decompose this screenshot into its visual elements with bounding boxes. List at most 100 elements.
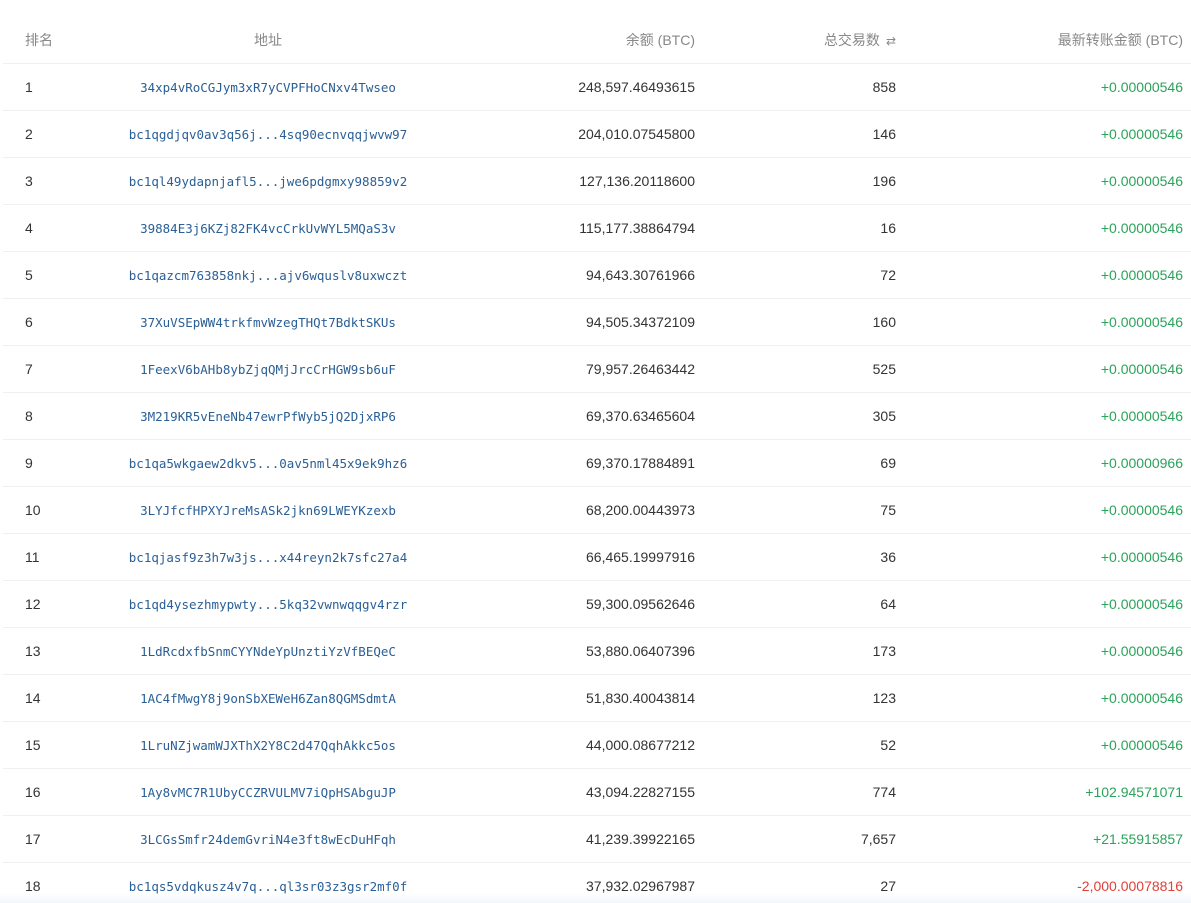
rank-cell: 17 (25, 831, 41, 847)
header-tx-count-label: 总交易数 (823, 32, 880, 48)
header-balance: 余额 (BTC) (625, 32, 695, 48)
address-link[interactable]: bc1qjasf9z3h7w3js...x44reyn2k7sfc27a4 (129, 550, 407, 565)
rank-cell: 16 (25, 784, 41, 800)
last-transfer-cell: +0.00000546 (1100, 314, 1183, 330)
address-cell: bc1qjasf9z3h7w3js...x44reyn2k7sfc27a4 (93, 534, 443, 580)
header-last-transfer: 最新转账金额 (BTC) (1057, 32, 1183, 48)
rank-cell: 5 (25, 267, 33, 283)
table-row: 1 34xp4vRoCGJym3xR7yCVPFHoCNxv4Twseo 248,5… (3, 64, 1191, 111)
balance-cell: 44,000.08677212 (586, 737, 695, 753)
sort-icon[interactable]: ⇄ (886, 18, 896, 64)
rank-cell: 1 (25, 79, 33, 95)
tx-count-cell: 305 (872, 408, 896, 424)
rank-cell: 15 (25, 737, 41, 753)
address-link[interactable]: 3M219KR5vEneNb47ewrPfWyb5jQ2DjxRP6 (140, 409, 396, 424)
rank-cell: 3 (25, 173, 33, 189)
address-link[interactable]: bc1qgdjqv0av3q56j...4sq90ecnvqqjwvw97 (129, 127, 407, 142)
tx-count-cell: 27 (880, 878, 896, 894)
header-tx-count[interactable]: 总交易数 ⇄ (743, 17, 896, 63)
rank-cell: 6 (25, 314, 33, 330)
rank-cell: 11 (25, 549, 40, 565)
last-transfer-cell: +0.00000546 (1100, 220, 1183, 236)
address-cell: bc1qs5vdqkusz4v7q...ql3sr03z3gsr2mf0f (93, 863, 443, 903)
table-row: 16 1Ay8vMC7R1UbyCCZRVULMV7iQpHSAbguJP 43,0… (3, 769, 1191, 816)
last-transfer-cell: +0.00000546 (1100, 79, 1183, 95)
balance-cell: 59,300.09562646 (586, 596, 695, 612)
address-link[interactable]: bc1qs5vdqkusz4v7q...ql3sr03z3gsr2mf0f (129, 879, 407, 894)
table-row: 7 1FeexV6bAHb8ybZjqQMjJrcCrHGW9sb6uF 79,95… (3, 346, 1191, 393)
last-transfer-cell: +0.00000546 (1100, 173, 1183, 189)
rich-list-table: 排名 地址 余额 (BTC) 总交易数 ⇄ 最新转账金额 (BTC) 1 34xp4… (0, 0, 1191, 903)
address-link[interactable]: 3LYJfcfHPXYJreMsASk2jkn69LWEYKzexb (140, 503, 396, 518)
address-link[interactable]: 1LruNZjwamWJXThX2Y8C2d47QqhAkkc5os (140, 738, 396, 753)
address-link[interactable]: 1LdRcdxfbSnmCYYNdeYpUnztiYzVfBEQeC (140, 644, 396, 659)
rank-cell: 9 (25, 455, 33, 471)
rank-cell: 14 (25, 690, 41, 706)
address-link[interactable]: bc1qazcm763858nkj...ajv6wquslv8uxwczt (129, 268, 407, 283)
last-transfer-cell: +0.00000546 (1100, 596, 1183, 612)
address-cell: 34xp4vRoCGJym3xR7yCVPFHoCNxv4Twseo (93, 64, 443, 110)
address-link[interactable]: 39884E3j6KZj82FK4vcCrkUvWYL5MQaS3v (140, 221, 396, 236)
last-transfer-cell: +0.00000546 (1100, 408, 1183, 424)
table-row: 9 bc1qa5wkgaew2dkv5...0av5nml45x9ek9hz6 69… (3, 440, 1191, 487)
table-row: 8 3M219KR5vEneNb47ewrPfWyb5jQ2DjxRP6 69,37… (3, 393, 1191, 440)
address-link[interactable]: 1FeexV6bAHb8ybZjqQMjJrcCrHGW9sb6uF (140, 362, 396, 377)
last-transfer-cell: -2,000.00078816 (1077, 878, 1183, 894)
address-link[interactable]: 3LCGsSmfr24demGvriN4e3ft8wEcDuHFqh (140, 832, 396, 847)
last-transfer-cell: +0.00000546 (1100, 690, 1183, 706)
address-link[interactable]: 1Ay8vMC7R1UbyCCZRVULMV7iQpHSAbguJP (140, 785, 396, 800)
address-cell: 1LdRcdxfbSnmCYYNdeYpUnztiYzVfBEQeC (93, 628, 443, 674)
address-cell: 3M219KR5vEneNb47ewrPfWyb5jQ2DjxRP6 (93, 393, 443, 439)
address-cell: 1Ay8vMC7R1UbyCCZRVULMV7iQpHSAbguJP (93, 769, 443, 815)
table-row: 12 bc1qd4ysezhmypwty...5kq32vwnwqqgv4rzr 5… (3, 581, 1191, 628)
last-transfer-cell: +0.00000546 (1100, 643, 1183, 659)
tx-count-cell: 64 (880, 596, 896, 612)
rank-cell: 12 (25, 596, 41, 612)
table-row: 14 1AC4fMwgY8j9onSbXEWeH6Zan8QGMSdmtA 51,8… (3, 675, 1191, 722)
balance-cell: 43,094.22827155 (586, 784, 695, 800)
tx-count-cell: 525 (872, 361, 896, 377)
balance-cell: 94,643.30761966 (586, 267, 695, 283)
header-rank: 排名 (25, 32, 53, 48)
last-transfer-cell: +0.00000546 (1100, 126, 1183, 142)
table-row: 3 bc1ql49ydapnjafl5...jwe6pdgmxy98859v2 12… (3, 158, 1191, 205)
table-row: 13 1LdRcdxfbSnmCYYNdeYpUnztiYzVfBEQeC 53,8… (3, 628, 1191, 675)
table-row: 6 37XuVSEpWW4trkfmvWzegTHQt7BdktSKUs 94,50… (3, 299, 1191, 346)
balance-cell: 79,957.26463442 (586, 361, 695, 377)
last-transfer-cell: +0.00000546 (1100, 737, 1183, 753)
address-link[interactable]: 34xp4vRoCGJym3xR7yCVPFHoCNxv4Twseo (140, 80, 396, 95)
last-transfer-cell: +0.00000546 (1100, 502, 1183, 518)
rank-cell: 8 (25, 408, 33, 424)
last-transfer-cell: +21.55915857 (1093, 831, 1183, 847)
address-cell: bc1qd4ysezhmypwty...5kq32vwnwqqgv4rzr (93, 581, 443, 627)
address-cell: bc1qa5wkgaew2dkv5...0av5nml45x9ek9hz6 (93, 440, 443, 486)
address-link[interactable]: bc1qd4ysezhmypwty...5kq32vwnwqqgv4rzr (129, 597, 407, 612)
last-transfer-cell: +0.00000966 (1100, 455, 1183, 471)
last-transfer-cell: +0.00000546 (1100, 361, 1183, 377)
address-cell: 39884E3j6KZj82FK4vcCrkUvWYL5MQaS3v (93, 205, 443, 251)
tx-count-cell: 774 (872, 784, 896, 800)
tx-count-cell: 69 (880, 455, 896, 471)
address-link[interactable]: bc1qa5wkgaew2dkv5...0av5nml45x9ek9hz6 (129, 456, 407, 471)
table-row: 18 bc1qs5vdqkusz4v7q...ql3sr03z3gsr2mf0f 3… (3, 863, 1191, 903)
tx-count-cell: 36 (880, 549, 896, 565)
table-row: 11 bc1qjasf9z3h7w3js...x44reyn2k7sfc27a4 6… (3, 534, 1191, 581)
tx-count-cell: 173 (872, 643, 896, 659)
address-link[interactable]: 1AC4fMwgY8j9onSbXEWeH6Zan8QGMSdmtA (140, 691, 396, 706)
balance-cell: 115,177.38864794 (579, 220, 695, 236)
address-link[interactable]: bc1ql49ydapnjafl5...jwe6pdgmxy98859v2 (129, 174, 407, 189)
tx-count-cell: 160 (872, 314, 896, 330)
rank-cell: 7 (25, 361, 33, 377)
balance-cell: 127,136.20118600 (579, 173, 695, 189)
address-cell: 3LCGsSmfr24demGvriN4e3ft8wEcDuHFqh (93, 816, 443, 862)
table-header: 排名 地址 余额 (BTC) 总交易数 ⇄ 最新转账金额 (BTC) (3, 17, 1191, 64)
tx-count-cell: 858 (872, 79, 896, 95)
last-transfer-cell: +0.00000546 (1100, 267, 1183, 283)
table-row: 17 3LCGsSmfr24demGvriN4e3ft8wEcDuHFqh 41,2… (3, 816, 1191, 863)
tx-count-cell: 146 (872, 126, 896, 142)
balance-cell: 66,465.19997916 (586, 549, 695, 565)
balance-cell: 69,370.63465604 (586, 408, 695, 424)
balance-cell: 94,505.34372109 (586, 314, 695, 330)
address-link[interactable]: 37XuVSEpWW4trkfmvWzegTHQt7BdktSKUs (140, 315, 396, 330)
address-cell: bc1qgdjqv0av3q56j...4sq90ecnvqqjwvw97 (93, 111, 443, 157)
